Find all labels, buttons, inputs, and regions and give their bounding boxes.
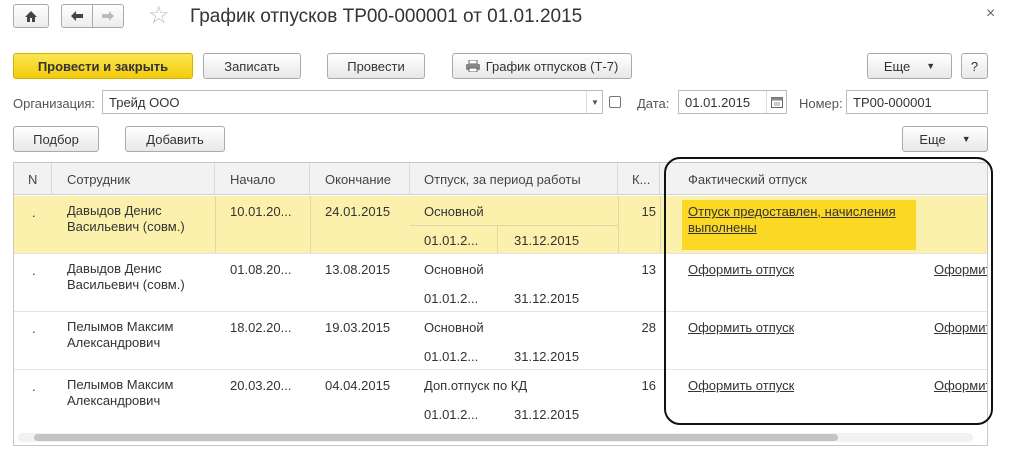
- period-from: 01.01.2...: [424, 233, 479, 248]
- employee-name: Давыдов Денис Васильевич (совм.): [67, 261, 185, 292]
- column-header-end[interactable]: Окончание: [310, 163, 410, 195]
- table-more-label: Еще: [919, 131, 946, 147]
- vacation-schedule-table[interactable]: N Сотрудник Начало Окончание Отпуск, за …: [13, 162, 988, 446]
- organization-dropdown-icon[interactable]: ▼: [586, 91, 603, 113]
- more-menu-button[interactable]: Еще ▼: [867, 53, 952, 79]
- forward-button[interactable]: [92, 4, 124, 28]
- days-count: 28: [641, 320, 656, 335]
- status-badge[interactable]: Отпуск предоставлен, начисления выполнен…: [682, 200, 916, 250]
- post-and-close-label: Провести и закрыть: [37, 58, 169, 74]
- pick-button[interactable]: Подбор: [13, 126, 99, 152]
- process-link-truncated[interactable]: Оформит: [934, 378, 987, 393]
- back-button[interactable]: [61, 4, 93, 28]
- process-vacation-link[interactable]: Оформить отпуск: [688, 262, 794, 277]
- print-t7-label: График отпусков (Т-7): [485, 58, 619, 74]
- end-date: 04.04.2015: [325, 378, 391, 393]
- home-icon: [25, 10, 37, 22]
- printer-icon: [465, 60, 480, 72]
- page-title: График отпусков ТР00-000001 от 01.01.201…: [190, 6, 583, 27]
- vacation-type: Доп.отпуск по КД: [424, 378, 528, 393]
- column-header-vacation-period[interactable]: Отпуск, за период работы: [410, 163, 618, 195]
- post-label: Провести: [347, 58, 405, 74]
- print-t7-button[interactable]: График отпусков (Т-7): [452, 53, 632, 79]
- employee-name: Давыдов Денис Васильевич (совм.): [67, 203, 185, 234]
- days-count: 16: [641, 378, 656, 393]
- row-number: .: [32, 379, 36, 394]
- more-label: Еще: [883, 58, 911, 74]
- process-link-truncated[interactable]: Оформит: [934, 262, 987, 277]
- arrow-right-icon: [102, 11, 114, 21]
- home-button[interactable]: [13, 4, 49, 28]
- table-header: N Сотрудник Начало Окончание Отпуск, за …: [14, 163, 987, 195]
- number-label: Номер:: [799, 96, 843, 111]
- calendar-icon[interactable]: [766, 91, 786, 113]
- date-value: 01.01.2015: [685, 95, 751, 110]
- period-to: 31.12.2015: [514, 233, 580, 248]
- triangle-down-icon: ▼: [961, 134, 971, 144]
- period-to: 31.12.2015: [514, 349, 580, 364]
- date-label: Дата:: [637, 96, 670, 111]
- save-button[interactable]: Записать: [203, 53, 301, 79]
- post-and-close-button[interactable]: Провести и закрыть: [13, 53, 193, 79]
- table-row[interactable]: . Давыдов Денис Васильевич (совм.) 01.08…: [14, 254, 987, 312]
- scrollbar-thumb[interactable]: [34, 434, 838, 441]
- start-date: 20.03.20...: [230, 378, 292, 393]
- column-header-start[interactable]: Начало: [215, 163, 310, 195]
- organization-value: Трейд ООО: [109, 95, 180, 110]
- organization-field[interactable]: Трейд ООО: [102, 90, 603, 114]
- column-header-actual-vacation[interactable]: Фактический отпуск: [660, 163, 987, 195]
- number-field[interactable]: ТР00-000001: [846, 90, 988, 114]
- help-label: ?: [970, 58, 979, 74]
- period-from: 01.01.2...: [424, 407, 479, 422]
- start-date: 10.01.20...: [230, 204, 292, 219]
- vacation-type: Основной: [424, 320, 484, 335]
- table-row[interactable]: . Пелымов Максим Александрович 18.02.20.…: [14, 312, 987, 370]
- favorite-star-icon[interactable]: ☆: [148, 2, 170, 30]
- row-number: .: [32, 263, 36, 278]
- table-row[interactable]: . Давыдов Денис Васильевич (совм.) 10.01…: [14, 196, 987, 254]
- period-from: 01.01.2...: [424, 291, 479, 306]
- organization-label: Организация:: [13, 96, 96, 111]
- vacation-type: Основной: [424, 262, 484, 277]
- days-count: 15: [641, 204, 656, 219]
- process-link-truncated[interactable]: Оформит: [934, 320, 987, 335]
- start-date: 18.02.20...: [230, 320, 292, 335]
- process-vacation-link[interactable]: Оформить отпуск: [688, 378, 794, 393]
- table-more-button[interactable]: Еще ▼: [902, 126, 988, 152]
- period-to: 31.12.2015: [514, 407, 580, 422]
- days-count: 13: [641, 262, 656, 277]
- column-header-n[interactable]: N: [14, 163, 52, 195]
- close-icon[interactable]: ×: [986, 5, 995, 23]
- table-row[interactable]: . Пелымов Максим Александрович 20.03.20.…: [14, 370, 987, 428]
- save-label: Записать: [224, 58, 280, 74]
- add-button[interactable]: Добавить: [125, 126, 225, 152]
- vacation-status-link[interactable]: Отпуск предоставлен, начисления выполнен…: [688, 204, 896, 235]
- help-button[interactable]: ?: [961, 53, 988, 79]
- triangle-down-icon: ▼: [926, 61, 936, 71]
- column-header-employee[interactable]: Сотрудник: [52, 163, 215, 195]
- row-divider: [410, 225, 618, 226]
- employee-name: Пелымов Максим Александрович: [67, 377, 174, 408]
- process-vacation-link[interactable]: Оформить отпуск: [688, 320, 794, 335]
- period-to: 31.12.2015: [514, 291, 580, 306]
- end-date: 19.03.2015: [325, 320, 391, 335]
- row-number: .: [32, 205, 36, 220]
- horizontal-scrollbar[interactable]: [18, 433, 973, 442]
- number-value: ТР00-000001: [853, 95, 932, 110]
- start-date: 01.08.20...: [230, 262, 292, 277]
- arrow-left-icon: [71, 11, 83, 21]
- row-number: .: [32, 321, 36, 336]
- period-from: 01.01.2...: [424, 349, 479, 364]
- open-link-icon[interactable]: [609, 96, 621, 108]
- add-label: Добавить: [146, 131, 204, 147]
- vacation-type: Основной: [424, 204, 484, 219]
- end-date: 13.08.2015: [325, 262, 391, 277]
- end-date: 24.01.2015: [325, 204, 391, 219]
- column-header-days[interactable]: К...: [618, 163, 660, 195]
- employee-name: Пелымов Максим Александрович: [67, 319, 174, 350]
- post-button[interactable]: Провести: [327, 53, 425, 79]
- pick-label: Подбор: [33, 131, 79, 147]
